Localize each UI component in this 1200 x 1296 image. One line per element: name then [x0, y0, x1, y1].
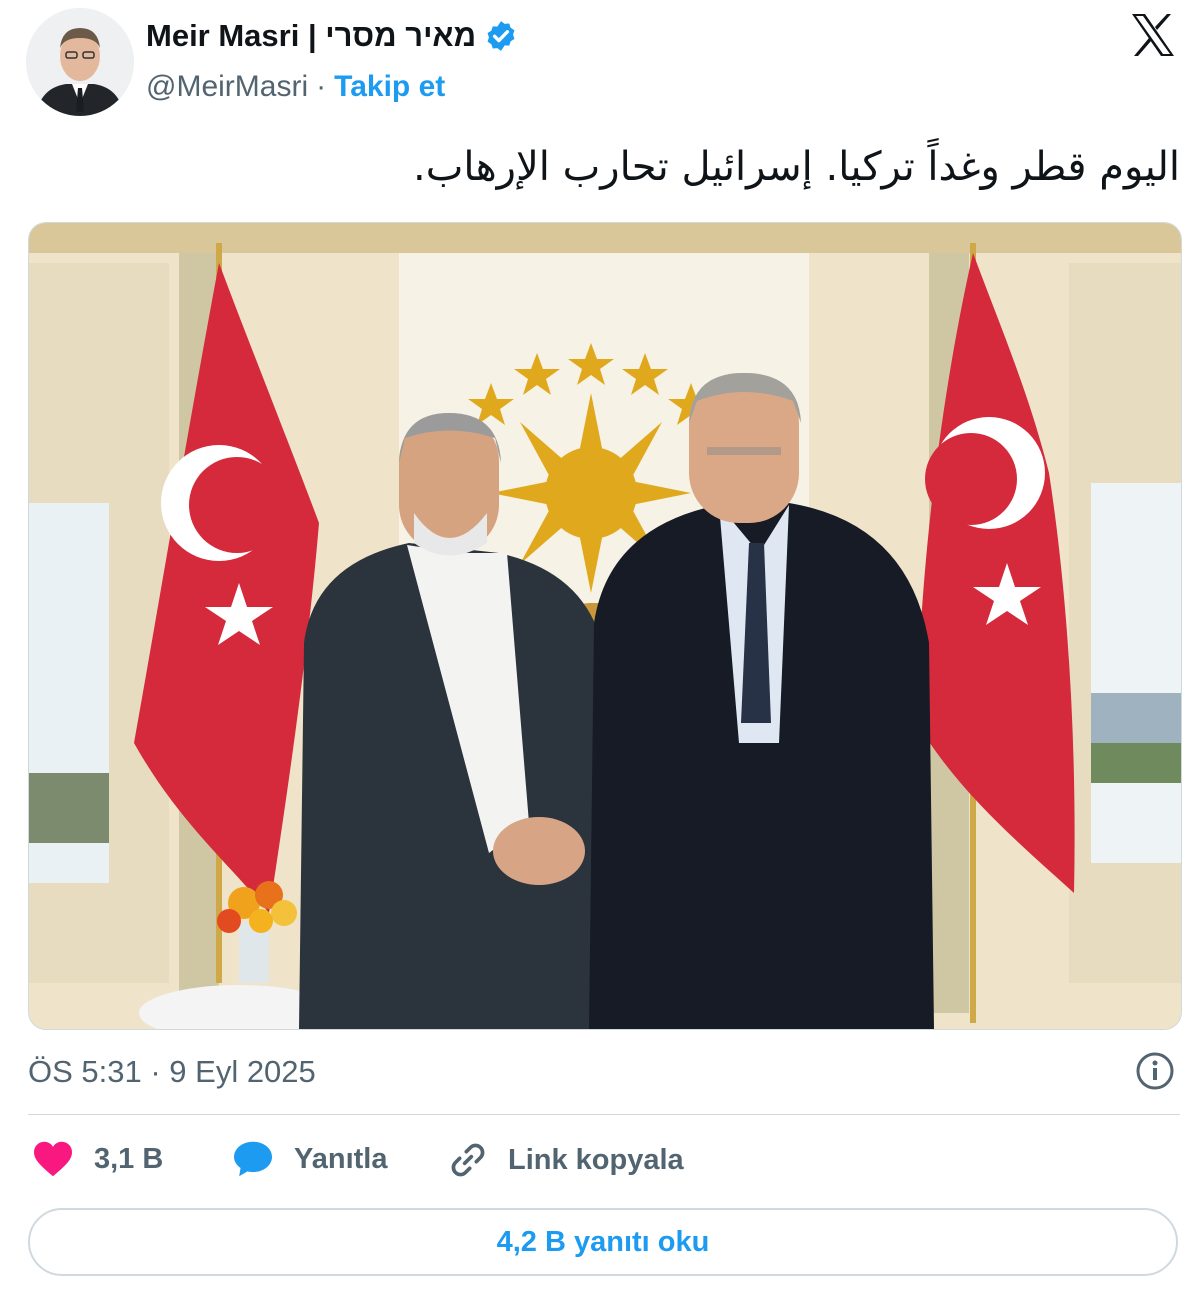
author-avatar[interactable] [26, 8, 134, 116]
follow-button[interactable]: Takip et [334, 70, 445, 104]
author-handle[interactable]: @MeirMasri [146, 70, 308, 104]
verified-badge-icon [487, 21, 515, 51]
separator-dot: · [316, 70, 327, 103]
author-name-row[interactable]: Meir Masri | מאיר מסרי [146, 18, 518, 54]
avatar-image [26, 8, 134, 116]
copy-link-button[interactable]: Link kopyala [448, 1140, 684, 1180]
like-button[interactable]: 3,1 B [32, 1140, 163, 1178]
reply-bubble-icon [234, 1141, 272, 1177]
author-handle-row: @MeirMasri · Takip et [146, 70, 445, 104]
heart-icon [34, 1141, 72, 1177]
reply-button[interactable]: Yanıtla [232, 1140, 388, 1178]
tweet-text: اليوم قطر وغداً تركيا. إسرائيل تحارب الإ… [413, 144, 1180, 190]
author-name[interactable]: Meir Masri | מאיר מסרי [146, 18, 476, 54]
x-logo-icon[interactable] [1128, 10, 1178, 60]
divider [28, 1114, 1180, 1115]
read-replies-button[interactable]: 4,2 B yanıtı oku [28, 1208, 1178, 1276]
read-replies-label: 4,2 B yanıtı oku [496, 1225, 710, 1258]
info-icon[interactable] [1134, 1050, 1176, 1092]
reply-label: Yanıtla [294, 1142, 388, 1175]
tweet-timestamp[interactable]: ÖS 5:31 · 9 Eyl 2025 [28, 1054, 316, 1090]
copy-link-label: Link kopyala [508, 1143, 684, 1176]
photo-illustration [29, 223, 1181, 1029]
tweet-photo[interactable] [28, 222, 1182, 1030]
like-count: 3,1 B [94, 1142, 164, 1175]
link-icon [451, 1143, 485, 1177]
